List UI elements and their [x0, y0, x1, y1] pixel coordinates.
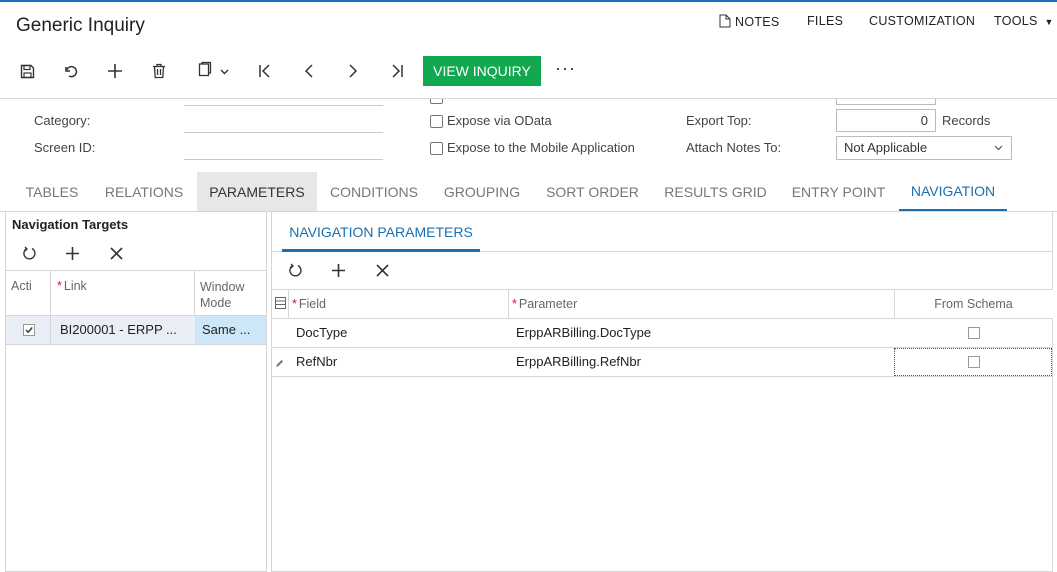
refresh-icon[interactable]: [285, 260, 305, 280]
caret-down-icon: ▼: [1044, 17, 1054, 27]
tab-navigation[interactable]: NAVIGATION: [899, 172, 1007, 211]
records-label: Records: [942, 113, 991, 128]
tab-navigation-parameters[interactable]: NAVIGATION PARAMETERS: [282, 212, 480, 252]
tab-relations[interactable]: RELATIONS: [96, 172, 192, 211]
window-mode-cell[interactable]: Same ...: [195, 316, 266, 344]
next-record-icon[interactable]: [342, 61, 364, 81]
attach-notes-label: Attach Notes To:: [686, 140, 782, 155]
tab-conditions[interactable]: CONDITIONS: [324, 172, 424, 211]
add-row-icon[interactable]: [328, 260, 348, 280]
more-actions-button[interactable]: ···: [555, 58, 576, 79]
col-link-header[interactable]: * Link: [57, 279, 87, 293]
view-inquiry-button[interactable]: VIEW INQUIRY: [423, 56, 541, 86]
page-title: Generic Inquiry: [16, 15, 145, 36]
tab-grouping[interactable]: GROUPING: [437, 172, 527, 211]
attach-notes-select[interactable]: Not Applicable: [836, 136, 1012, 160]
document-icon: [719, 14, 731, 31]
add-row-icon[interactable]: [62, 243, 82, 263]
col-from-schema-header[interactable]: From Schema: [894, 297, 1053, 311]
save-icon[interactable]: [16, 61, 38, 81]
expose-mobile-checkbox[interactable]: [430, 142, 443, 155]
chevron-down-icon: [220, 62, 229, 80]
required-marker: *: [292, 297, 297, 311]
expose-odata-label: Expose via OData: [447, 113, 552, 128]
tab-sort-order[interactable]: SORT ORDER: [540, 172, 645, 211]
navigation-parameters-panel: NAVIGATION PARAMETERS * Field * Parameter …: [271, 212, 1053, 572]
customization-button[interactable]: CUSTOMIZATION: [869, 14, 975, 28]
tab-tables[interactable]: TABLES: [14, 172, 90, 211]
from-schema-checkbox[interactable]: [968, 327, 980, 339]
table-row[interactable]: BI200001 - ERPP ... Same ...: [6, 316, 266, 345]
active-checkbox[interactable]: [23, 324, 35, 336]
add-icon[interactable]: [104, 61, 126, 81]
field-cell[interactable]: RefNbr: [296, 348, 337, 376]
refresh-icon[interactable]: [19, 243, 39, 263]
table-row[interactable]: DocType ErppARBilling.DocType: [272, 319, 1053, 348]
screen-id-field[interactable]: [184, 159, 383, 160]
previous-record-icon[interactable]: [298, 61, 320, 81]
col-divider: [194, 271, 195, 316]
col-divider: [50, 316, 51, 344]
clipboard-menu[interactable]: [192, 61, 234, 81]
from-schema-checkbox[interactable]: [968, 356, 980, 368]
tab-parameters[interactable]: PARAMETERS: [197, 172, 317, 211]
inquiry-summary-form: Category: Screen ID: Expose via OData Ex…: [0, 99, 1057, 169]
chevron-down-icon: [994, 137, 1003, 159]
clipboard-icon: [198, 61, 212, 82]
navigation-targets-panel: Navigation Targets Acti * Link Window Mod…: [5, 212, 267, 572]
parameter-cell[interactable]: ErppARBilling.DocType: [516, 319, 651, 347]
edit-pencil-icon: [275, 356, 284, 371]
col-field-label: Field: [298, 297, 326, 311]
col-divider: [508, 290, 509, 319]
col-window-mode-header[interactable]: Window Mode: [200, 279, 260, 311]
hidden-field-underline: [184, 105, 383, 106]
tools-label: TOOLS: [994, 14, 1038, 28]
category-field[interactable]: [184, 132, 383, 133]
col-divider: [50, 271, 51, 316]
category-label: Category:: [34, 113, 91, 128]
notes-button[interactable]: NOTES: [719, 14, 780, 31]
navigation-parameters-header: * Field * Parameter From Schema: [272, 289, 1053, 319]
required-marker: *: [512, 297, 517, 311]
first-record-icon[interactable]: [254, 61, 276, 81]
files-button[interactable]: FILES: [807, 14, 843, 28]
col-field-header[interactable]: * Field: [292, 297, 326, 311]
delete-icon[interactable]: [148, 61, 170, 81]
tab-results-grid[interactable]: RESULTS GRID: [658, 172, 773, 211]
top-accent-line: [0, 0, 1057, 2]
field-cell[interactable]: DocType: [296, 319, 347, 347]
hidden-checkbox[interactable]: [430, 99, 443, 104]
last-record-icon[interactable]: [386, 61, 408, 81]
expose-odata-checkbox[interactable]: [430, 115, 443, 128]
col-link-label: Link: [63, 279, 87, 293]
navigation-parameters-tabbar: NAVIGATION PARAMETERS: [272, 212, 1053, 252]
delete-row-icon[interactable]: [106, 243, 126, 263]
tab-entry-point[interactable]: ENTRY POINT: [786, 172, 891, 211]
hidden-input[interactable]: [836, 99, 936, 105]
navigation-targets-title: Navigation Targets: [12, 217, 129, 232]
export-top-label: Export Top:: [686, 113, 752, 128]
col-parameter-label: Parameter: [518, 297, 578, 311]
column-chooser-icon[interactable]: [275, 297, 286, 312]
delete-row-icon[interactable]: [372, 260, 392, 280]
screen-id-label: Screen ID:: [34, 140, 96, 155]
tab-bar: TABLES RELATIONS PARAMETERS CONDITIONS G…: [0, 172, 1057, 211]
col-parameter-header[interactable]: * Parameter: [512, 297, 577, 311]
tools-menu[interactable]: TOOLS ▼: [994, 14, 1054, 28]
export-top-input[interactable]: 0: [836, 109, 936, 132]
link-cell[interactable]: BI200001 - ERPP ...: [60, 316, 177, 344]
parameter-cell[interactable]: ErppARBilling.RefNbr: [516, 348, 641, 376]
attach-notes-value: Not Applicable: [844, 140, 928, 155]
expose-mobile-label: Expose to the Mobile Application: [447, 140, 635, 155]
col-active-header[interactable]: Acti: [11, 279, 32, 293]
col-divider: [288, 290, 289, 319]
required-marker: *: [57, 279, 62, 293]
table-row[interactable]: RefNbr ErppARBilling.RefNbr: [272, 348, 1053, 377]
notes-label: NOTES: [735, 15, 780, 29]
navigation-targets-header: Acti * Link Window Mode: [6, 270, 266, 316]
undo-icon[interactable]: [60, 61, 82, 81]
